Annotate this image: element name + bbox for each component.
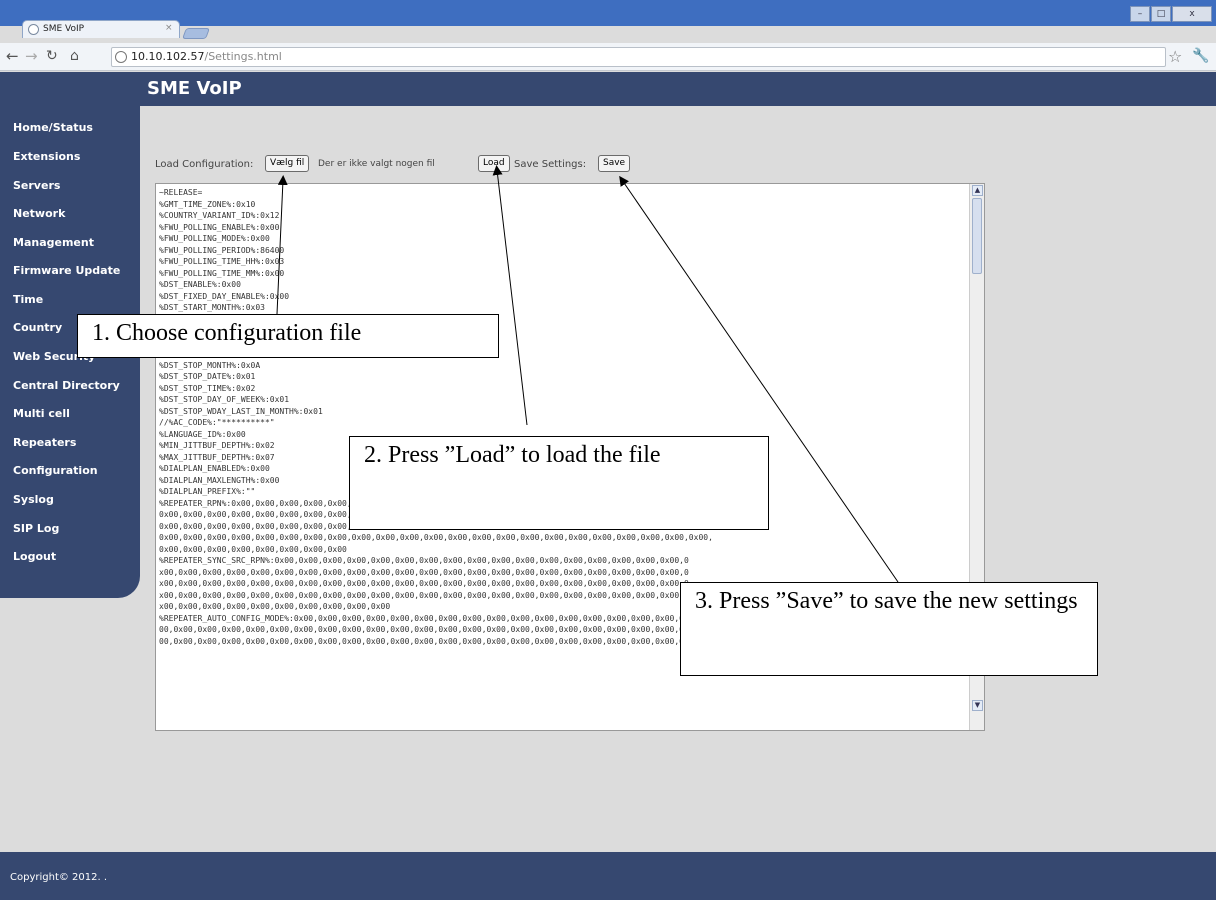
arrow-to-load xyxy=(492,165,528,426)
arrow-to-save xyxy=(619,175,899,583)
page-footer: Copyright© 2012. . xyxy=(0,852,1216,900)
arrow-to-choose-file xyxy=(276,175,288,315)
callout-arrows xyxy=(276,165,899,583)
copyright-text: Copyright© 2012. . xyxy=(10,872,108,883)
